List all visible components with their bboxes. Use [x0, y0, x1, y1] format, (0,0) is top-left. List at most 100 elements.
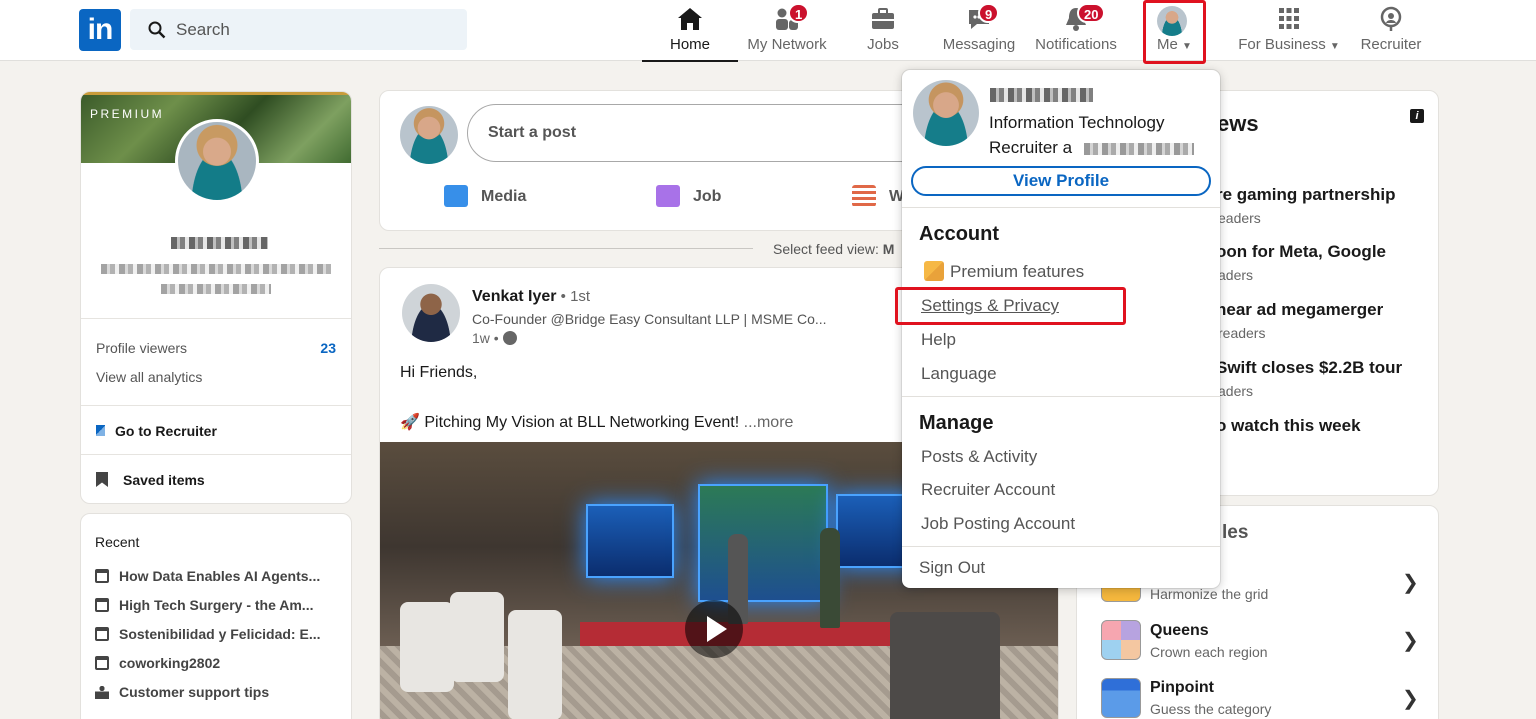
play-icon[interactable] [685, 600, 743, 658]
chevron-right-icon[interactable]: ❯ [1402, 628, 1419, 653]
recent-item[interactable]: Sostenibilidad y Felicidad: E... [95, 626, 320, 642]
help-link[interactable]: Help [921, 330, 956, 350]
nav-recruiter[interactable]: Recruiter [1356, 0, 1426, 61]
divider [81, 454, 351, 455]
search-icon [148, 21, 166, 39]
network-badge: 1 [788, 3, 810, 23]
view-profile-button[interactable]: View Profile [911, 166, 1211, 196]
globe-icon [502, 331, 517, 345]
account-section-title: Account [919, 223, 999, 245]
write-article-button[interactable]: W [852, 183, 904, 211]
audience-figure [890, 612, 1000, 719]
profile-headline-redacted-2 [161, 284, 271, 294]
settings-highlight-box [895, 287, 1126, 325]
article-icon [852, 185, 876, 207]
info-icon[interactable]: i [1410, 109, 1424, 123]
nav-home-label: Home [669, 36, 710, 53]
news-item-title[interactable]: near ad megamerger [1216, 300, 1383, 320]
sign-out-link[interactable]: Sign Out [919, 558, 985, 578]
nav-notifications-label: Notifications [1035, 36, 1117, 53]
chair [450, 592, 504, 682]
news-item-title[interactable]: re gaming partnership [1216, 185, 1395, 205]
go-to-recruiter-link[interactable]: Go to Recruiter [96, 423, 217, 439]
calendar-icon [95, 569, 109, 583]
game-description: Guess the category [1150, 701, 1272, 717]
search-bar[interactable] [130, 9, 467, 50]
premium-features-link[interactable]: Premium features [924, 261, 1084, 282]
recent-item[interactable]: How Data Enables AI Agents... [95, 568, 320, 584]
game-description: Crown each region [1150, 644, 1268, 660]
recent-title: Recent [95, 534, 140, 550]
bookmark-icon [96, 472, 108, 487]
pinpoint-icon[interactable] [1101, 678, 1141, 718]
recruiter-small-icon [96, 425, 105, 436]
profile-avatar[interactable] [175, 119, 259, 203]
nav-jobs[interactable]: Jobs [848, 0, 918, 61]
top-navigation: in Home 1 My Network Jobs 9 Messaging 20… [0, 0, 1536, 64]
feed-sort-bar: Select feed view: M [379, 240, 899, 260]
recent-card: Recent How Data Enables AI Agents... Hig… [80, 513, 352, 719]
job-button[interactable]: Job [656, 183, 721, 211]
nav-for-business-label: For Business ▼ [1238, 36, 1340, 53]
news-item-title[interactable]: Swift closes $2.2B tour [1216, 358, 1402, 378]
manage-section-title: Manage [919, 412, 994, 434]
notifications-badge: 20 [1077, 3, 1106, 23]
divider [902, 396, 1220, 397]
stage-screen-center [698, 484, 828, 602]
game-name[interactable]: Pinpoint [1150, 679, 1214, 697]
linkedin-logo-icon[interactable]: in [79, 9, 121, 51]
chair [400, 602, 454, 692]
profile-viewers-label[interactable]: Profile viewers [96, 340, 187, 356]
nav-jobs-label: Jobs [867, 36, 899, 53]
profile-name-redacted[interactable] [171, 237, 268, 249]
recent-item[interactable]: High Tech Surgery - the Am... [95, 597, 313, 613]
nav-for-business[interactable]: For Business ▼ [1230, 0, 1348, 61]
news-item-title[interactable]: o watch this week [1216, 416, 1361, 436]
queens-icon[interactable] [1101, 620, 1141, 660]
nav-my-network[interactable]: 1 My Network [742, 0, 832, 61]
speaker-figure [820, 528, 840, 628]
view-analytics-link[interactable]: View all analytics [96, 369, 202, 385]
post-author-avatar[interactable] [402, 284, 460, 342]
composer-avatar[interactable] [400, 106, 458, 164]
dropdown-avatar[interactable] [913, 80, 979, 146]
chevron-right-icon[interactable]: ❯ [1402, 570, 1419, 595]
stage-screen-left [586, 504, 674, 578]
game-name[interactable]: Queens [1150, 622, 1209, 640]
group-icon [95, 685, 109, 699]
profile-headline-redacted [101, 264, 331, 274]
news-item-title[interactable]: oon for Meta, Google [1216, 242, 1386, 262]
messaging-badge: 9 [978, 3, 1000, 23]
nav-home[interactable]: Home [642, 0, 738, 62]
me-dropdown-menu: Information Technology Recruiter a View … [902, 70, 1220, 588]
job-posting-account-link[interactable]: Job Posting Account [921, 514, 1075, 534]
media-button[interactable]: Media [444, 183, 526, 211]
me-highlight-box [1143, 0, 1206, 64]
language-link[interactable]: Language [921, 364, 997, 384]
image-icon [444, 185, 468, 207]
post-time: 1w • [472, 330, 517, 346]
post-body: 🚀 Pitching My Vision at BLL Networking E… [400, 414, 794, 431]
divider [902, 207, 1220, 208]
home-icon [678, 8, 702, 30]
see-more-link[interactable]: ...more [744, 414, 794, 431]
calendar-icon [95, 627, 109, 641]
recruiter-account-link[interactable]: Recruiter Account [921, 480, 1055, 500]
news-title: ews [1217, 111, 1259, 136]
profile-card: PREMIUM Profile viewers 23 View all anal… [80, 91, 352, 504]
feed-sort-dropdown[interactable]: Select feed view: M [773, 241, 894, 257]
divider [379, 248, 753, 249]
post-author-name[interactable]: Venkat Iyer • 1st [472, 288, 590, 306]
premium-label: PREMIUM [90, 107, 165, 121]
profile-viewers-count[interactable]: 23 [320, 340, 336, 356]
recent-item[interactable]: coworking2802 [95, 655, 220, 671]
chevron-right-icon[interactable]: ❯ [1402, 686, 1419, 711]
nav-messaging[interactable]: 9 Messaging [938, 0, 1020, 61]
briefcase-icon [872, 8, 894, 29]
news-item-readers: eaders [1218, 210, 1261, 226]
saved-items-link[interactable]: Saved items [96, 472, 205, 488]
search-input[interactable] [176, 9, 456, 50]
nav-notifications[interactable]: 20 Notifications [1030, 0, 1122, 61]
recent-item[interactable]: Customer support tips [95, 684, 269, 700]
posts-activity-link[interactable]: Posts & Activity [921, 447, 1037, 467]
